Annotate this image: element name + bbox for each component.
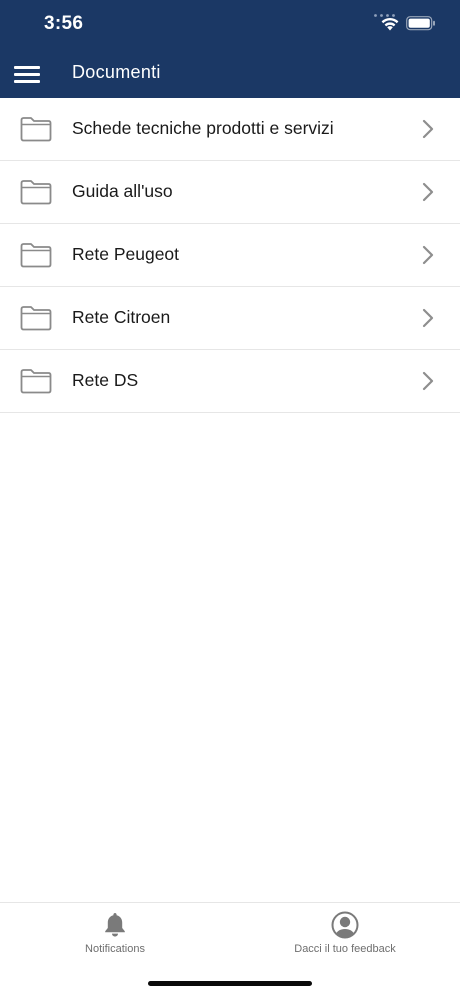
folder-label: Rete Citroen [72,307,171,327]
home-indicator[interactable] [148,981,312,986]
folder-label: Schede tecniche prodotti e servizi [72,118,334,138]
chevron-right-icon [422,119,434,139]
tab-feedback[interactable]: Dacci il tuo feedback [245,903,445,973]
chevron-right-icon [422,245,434,265]
folder-label: Guida all'uso [72,181,173,201]
folder-row-schede-tecniche[interactable]: Schede tecniche prodotti e servizi [0,98,460,161]
chevron-right-icon [422,182,434,202]
tab-label: Notifications [85,943,145,955]
chevron-right-icon [422,371,434,391]
folder-row-citroen[interactable]: Rete Citroen [0,287,460,350]
folder-list: Schede tecniche prodotti e servizi Guida… [0,98,460,413]
folder-label: Rete Peugeot [72,244,180,264]
status-time: 3:56 [44,13,84,34]
folder-icon [20,117,52,142]
hamburger-menu-icon[interactable] [14,64,42,84]
folder-icon [20,306,52,331]
tab-notifications[interactable]: Notifications [15,903,215,973]
folder-row-ds[interactable]: Rete DS [0,350,460,413]
chevron-right-icon [422,308,434,328]
folder-icon [20,180,52,205]
wifi-icon [381,17,399,31]
page-title: Documenti [72,62,161,82]
user-avatar-icon [331,911,359,939]
folder-label: Rete DS [72,370,139,390]
app-header: 3:56 Documenti [0,0,460,98]
tab-label: Dacci il tuo feedback [294,943,396,955]
folder-icon [20,369,52,394]
bell-icon [105,913,125,937]
folder-icon [20,243,52,268]
folder-row-guida[interactable]: Guida all'uso [0,161,460,224]
folder-row-peugeot[interactable]: Rete Peugeot [0,224,460,287]
battery-icon [406,16,435,31]
